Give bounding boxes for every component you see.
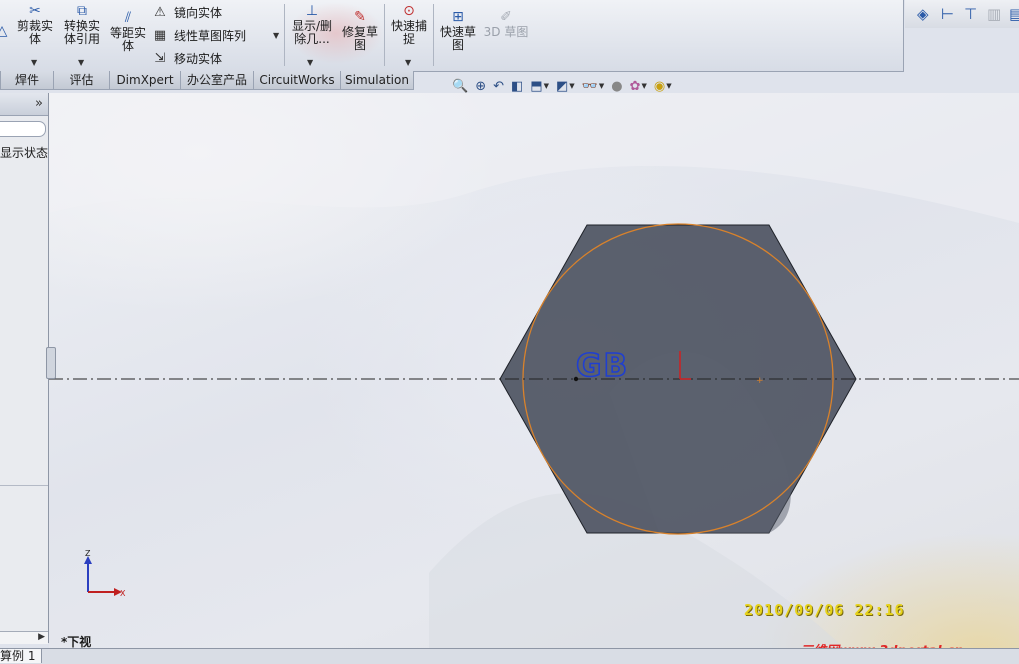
snaps-dropdown-icon[interactable]: ▼	[405, 58, 411, 67]
linear-pattern-label: 线性草图阵列	[174, 29, 247, 43]
zoom-to-area-icon[interactable]: ⊕	[475, 79, 486, 94]
command-manager-tabs: 焊件 评估 DimXpert 办公室产品 CircuitWorks Simula…	[0, 71, 420, 91]
edit-appearance-icon[interactable]: ●	[611, 79, 622, 94]
move-entities-button[interactable]: ⇲ 移动实体	[152, 50, 222, 67]
panel-horizontal-scrollbar[interactable]: ▶	[0, 631, 48, 644]
tab-dimxpert[interactable]: DimXpert	[109, 71, 181, 90]
snap-target-icon: ⊙	[403, 3, 415, 19]
sketch-dropdown-partial[interactable]: △	[0, 24, 8, 40]
hide-show-items-icon[interactable]: 👓	[582, 79, 598, 94]
svg-text:+: +	[756, 376, 764, 386]
repair-sketch-button[interactable]: ✎ 修复草 图	[339, 10, 381, 52]
display-delete-relations-button[interactable]: ⊥ 显示/删 除几...	[289, 4, 335, 46]
section-view-icon[interactable]: ◧	[511, 79, 523, 94]
mirror-icon: ⚠	[154, 5, 166, 20]
command-manager: △ ✂ 剪裁实 体 ▼ ⧉ 转换实 体引用 ▼ ⫽ 等距实 体 ⚠ 镜向实体 ▦…	[0, 0, 904, 72]
linear-pattern-button[interactable]: ▦ 线性草图阵列	[152, 27, 246, 44]
tab-circuitworks[interactable]: CircuitWorks	[253, 71, 341, 90]
tab-weldments[interactable]: 焊件	[0, 71, 54, 90]
offset-entities-button[interactable]: ⫽ 等距实 体	[108, 11, 148, 53]
view-orientation-icon[interactable]: ⬒	[530, 79, 542, 94]
feature-manager-panel: » 显示状态 ▶	[0, 93, 49, 644]
trim-entities-label: 剪裁实 体	[16, 19, 53, 46]
offset-icon: ⫽	[124, 10, 132, 26]
view-settings-icon[interactable]: ◉	[654, 79, 665, 94]
rapid-sketch-button[interactable]: ⊞ 快速草 图	[437, 10, 479, 52]
sketch-text-gb[interactable]: GB	[575, 347, 629, 385]
scroll-right-icon[interactable]: ▶	[38, 632, 45, 642]
vertical-dimension-icon[interactable]: ⊤	[964, 5, 977, 23]
tab-simulation[interactable]: Simulation	[340, 71, 414, 90]
panel-filter-input[interactable]	[0, 121, 46, 137]
trim-entities-button[interactable]: ✂ 剪裁实 体	[14, 4, 56, 46]
repair-sketch-label: 修复草 图	[341, 25, 378, 52]
sketch-triangle-icon: △	[0, 23, 8, 39]
rapid-sketch-label: 快速草 图	[439, 25, 476, 52]
baseline-dimension-icon[interactable]: ▥	[987, 5, 1001, 23]
sketch-3d-icon: ✐	[500, 9, 512, 25]
display-delete-relations-label: 显示/删 除几...	[291, 19, 333, 46]
relations-dropdown-icon[interactable]: ▼	[307, 58, 313, 67]
rapid-sketch-icon: ⊞	[452, 9, 464, 25]
graphics-viewport[interactable]: +	[49, 93, 1019, 653]
convert-icon: ⧉	[77, 3, 87, 19]
heads-up-view-toolbar: 🔍 ⊕ ↶ ◧ ⬒ ▼ ◩ ▼ 👓 ▼ ● ✿ ▼ ◉ ▼	[452, 78, 672, 94]
mirror-entities-button[interactable]: ⚠ 镜向实体	[152, 4, 222, 21]
sketch-3d-button[interactable]: ✐ 3D 草图	[482, 10, 530, 39]
repair-icon: ✎	[354, 9, 366, 25]
zoom-to-fit-icon[interactable]: 🔍	[452, 79, 468, 94]
move-icon: ⇲	[154, 51, 166, 66]
move-entities-label: 移动实体	[174, 52, 223, 66]
bottom-tab-bar: 算例 1	[0, 648, 1019, 664]
smart-dimension-icon[interactable]: ◈	[917, 5, 929, 23]
sketch-canvas[interactable]: +	[49, 93, 1019, 653]
pattern-grid-icon: ▦	[153, 28, 167, 43]
mirror-entities-label: 镜向实体	[174, 6, 223, 20]
convert-entities-label: 转换实 体引用	[63, 19, 100, 46]
trim-icon: ✂	[29, 3, 41, 19]
display-style-icon[interactable]: ◩	[556, 79, 568, 94]
pattern-dropdown-icon[interactable]: ▼	[273, 31, 279, 40]
triad-z-label: Z	[85, 550, 91, 558]
dimension-toolbar: ◈ ⊢ ⊤ ▥ ▤	[905, 0, 1019, 28]
tab-evaluate[interactable]: 评估	[53, 71, 110, 90]
previous-view-icon[interactable]: ↶	[493, 79, 504, 94]
offset-entities-label: 等距实 体	[109, 26, 146, 53]
ordinate-dimension-icon[interactable]: ▤	[1009, 5, 1019, 23]
tab-office-products[interactable]: 办公室产品	[180, 71, 254, 90]
quick-snaps-label: 快速捕 捉	[390, 19, 427, 46]
panel-resize-handle[interactable]	[46, 347, 56, 379]
sketch-3d-label: 3D 草图	[483, 25, 529, 39]
display-state-label: 显示状态	[0, 146, 49, 160]
horizontal-dimension-icon[interactable]: ⊢	[941, 5, 954, 23]
expand-panel-icon[interactable]: »	[35, 96, 43, 111]
apply-scene-icon[interactable]: ✿	[630, 79, 641, 94]
photo-timestamp: 2010/09/06 22:16	[744, 601, 905, 619]
triad-x-label: X	[120, 589, 126, 598]
panel-header: »	[0, 93, 48, 116]
quick-snaps-button[interactable]: ⊙ 快速捕 捉	[388, 4, 430, 46]
convert-dropdown-icon[interactable]: ▼	[78, 58, 84, 67]
trim-dropdown-icon[interactable]: ▼	[31, 58, 37, 67]
relations-icon: ⊥	[305, 3, 319, 19]
convert-entities-button[interactable]: ⧉ 转换实 体引用	[60, 4, 104, 46]
reference-triad: Z X	[84, 550, 126, 598]
tab-study-1[interactable]: 算例 1	[0, 649, 43, 663]
